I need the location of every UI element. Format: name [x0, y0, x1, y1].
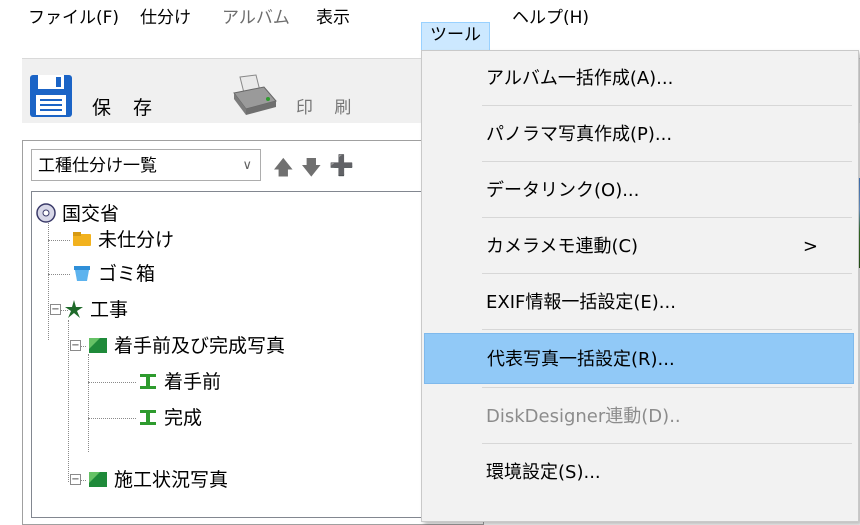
tree-node-label: 完成 [164, 407, 203, 429]
menu-sort[interactable]: 仕分け [140, 6, 191, 38]
menu-item-label: 代表写真一括設定(R)... [487, 349, 675, 370]
menu-separator [482, 329, 852, 330]
floppy-disk-icon [30, 75, 72, 117]
menu-item-panorama[interactable]: パノラマ写真作成(P)... [424, 109, 854, 160]
work-type-icon [140, 374, 156, 389]
submenu-arrow-icon: > [802, 236, 818, 257]
tree-node-unsorted[interactable]: 未仕分け [72, 228, 174, 252]
menu-item-label: アルバム一括作成(A)... [486, 68, 674, 89]
menu-item-exif-batch[interactable]: EXIF情報一括設定(E)... [424, 277, 854, 328]
tree-node-label: 国交省 [62, 203, 120, 225]
menu-item-label: データリンク(O)... [486, 180, 640, 201]
menu-bar: ファイル(F) 仕分け アルバム 表示 ツール ヘルプ(H) [0, 0, 860, 54]
tree-node-construction[interactable]: 工事 [64, 298, 128, 322]
save-label: 保 存 [92, 97, 161, 119]
move-up-icon[interactable]: 🡅 [273, 153, 294, 187]
sort-panel: 工種仕分け一覧 ∨ 🡅 🡇 ➕ − − − 国交省 未仕分け ゴミ箱 工事 着手… [22, 140, 484, 525]
menu-item-diskdesigner[interactable]: DiskDesigner連動(D).. [424, 391, 854, 442]
collapse-icon[interactable]: − [70, 340, 81, 351]
menu-item-album-batch[interactable]: アルバム一括作成(A)... [424, 53, 854, 104]
expand-icon[interactable]: − [70, 474, 81, 485]
tree-node-label: ゴミ箱 [98, 263, 156, 285]
collapse-icon[interactable]: − [50, 304, 61, 315]
menu-item-representative-photo[interactable]: 代表写真一括設定(R)... [424, 333, 854, 384]
menu-separator [482, 161, 852, 162]
tree-node-progress[interactable]: 施工状況写真 [88, 468, 228, 492]
tree-node-start-complete[interactable]: 着手前及び完成写真 [88, 334, 285, 358]
menu-item-label: カメラメモ連動(C) [486, 236, 639, 257]
tree-node-before-start[interactable]: 着手前 [138, 370, 221, 394]
add-node-icon[interactable]: ➕ [329, 153, 354, 177]
tree-node-label: 工事 [90, 299, 129, 321]
menu-item-preferences[interactable]: 環境設定(S)... [424, 447, 854, 498]
sort-type-value: 工種仕分け一覧 [38, 156, 157, 176]
folder-icon [73, 232, 91, 246]
print-label: 印 刷 [296, 98, 360, 118]
menu-separator [482, 273, 852, 274]
menu-separator [482, 217, 852, 218]
save-button[interactable]: 保 存 [28, 73, 188, 123]
tree-node-complete[interactable]: 完成 [138, 406, 202, 430]
menu-item-label: パノラマ写真作成(P)... [486, 124, 673, 145]
menu-separator [482, 387, 852, 388]
print-button[interactable]: 印 刷 [230, 73, 410, 123]
tree-node-label: 未仕分け [98, 229, 175, 251]
menu-item-data-link[interactable]: データリンク(O)... [424, 165, 854, 216]
tree-node-label: 着手前 [164, 371, 222, 393]
trash-icon [74, 266, 90, 281]
menu-file[interactable]: ファイル(F) [28, 6, 119, 38]
menu-separator [482, 105, 852, 106]
menu-item-camera-memo[interactable]: カメラメモ連動(C) > [424, 221, 854, 272]
tools-menu: アルバム一括作成(A)... パノラマ写真作成(P)... データリンク(O).… [421, 50, 859, 522]
menu-item-label: 環境設定(S)... [486, 462, 601, 483]
tree-node-label: 施工状況写真 [114, 469, 229, 491]
menu-help[interactable]: ヘルプ(H) [512, 6, 589, 38]
work-type-icon [140, 410, 156, 425]
category-tree: − − − 国交省 未仕分け ゴミ箱 工事 着手前及び完成写真 着手前 完成 施… [31, 191, 453, 518]
tree-node-root[interactable]: 国交省 [36, 202, 119, 226]
move-down-icon[interactable]: 🡇 [301, 153, 322, 187]
tree-node-label: 着手前及び完成写真 [114, 335, 286, 357]
menu-separator [482, 443, 852, 444]
construction-icon [65, 300, 83, 318]
chevron-down-icon: ∨ [242, 158, 252, 173]
disc-icon [36, 203, 56, 223]
menu-view[interactable]: 表示 [316, 6, 350, 38]
tree-node-trash[interactable]: ゴミ箱 [72, 262, 155, 286]
menu-item-label: EXIF情報一括設定(E)... [486, 292, 676, 313]
printer-icon [233, 74, 277, 115]
sort-type-combo[interactable]: 工種仕分け一覧 ∨ [31, 149, 261, 181]
menu-item-label: DiskDesigner連動(D).. [486, 406, 681, 427]
category-folder-icon [89, 338, 107, 353]
category-folder-icon [89, 472, 107, 487]
menu-album[interactable]: アルバム [222, 6, 290, 38]
